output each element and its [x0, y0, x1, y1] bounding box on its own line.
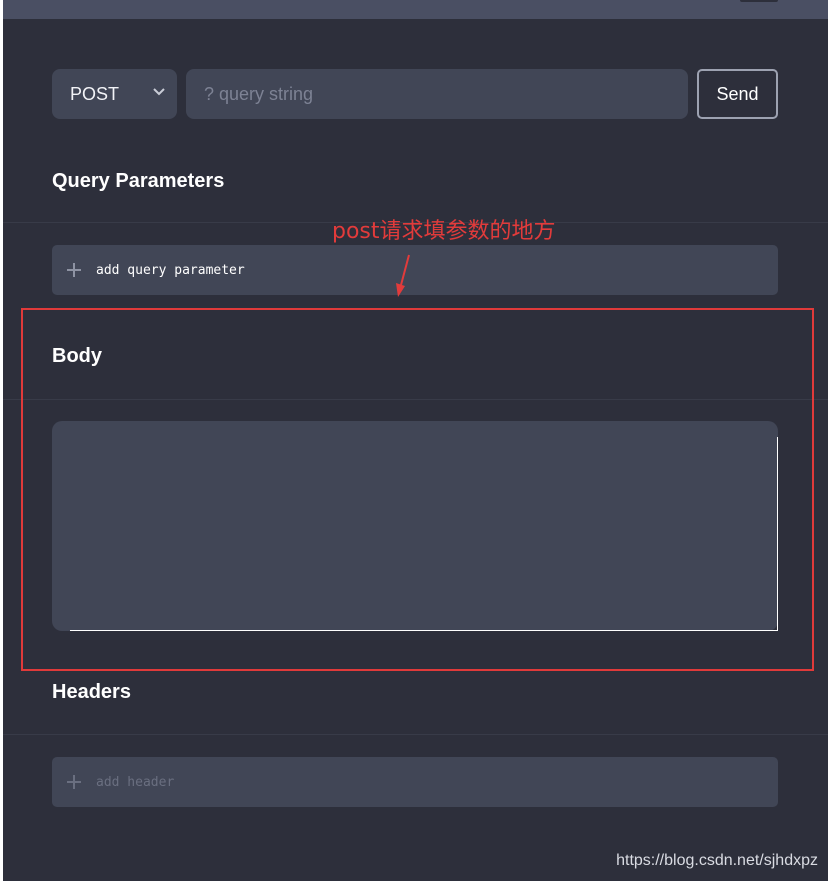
- headers-title: Headers: [52, 681, 131, 703]
- plus-icon: [52, 774, 96, 790]
- watermark: https://blog.csdn.net/sjhdxpz: [616, 852, 818, 869]
- add-query-parameter-button[interactable]: add query parameter: [52, 245, 778, 295]
- annotation-box: [21, 308, 814, 671]
- divider: [3, 734, 828, 735]
- add-header-button[interactable]: add header: [52, 757, 778, 807]
- annotation-note: post请求填参数的地方: [332, 219, 556, 244]
- annotation-arrow-icon: [396, 254, 410, 297]
- query-placeholder: ? query string: [204, 83, 314, 104]
- add-header-label: add header: [96, 774, 175, 790]
- add-query-parameter-label: add query parameter: [96, 262, 245, 278]
- send-button[interactable]: Send: [697, 69, 778, 119]
- plus-icon: [52, 262, 96, 278]
- method-value: POST: [70, 83, 120, 104]
- chevron-down-icon: [153, 88, 165, 96]
- toolbar-tab[interactable]: [740, 0, 778, 2]
- query-string-input[interactable]: ? query string: [186, 69, 688, 119]
- query-parameters-title: Query Parameters: [52, 170, 225, 192]
- method-select[interactable]: POST: [52, 69, 177, 119]
- top-toolbar: [3, 0, 828, 19]
